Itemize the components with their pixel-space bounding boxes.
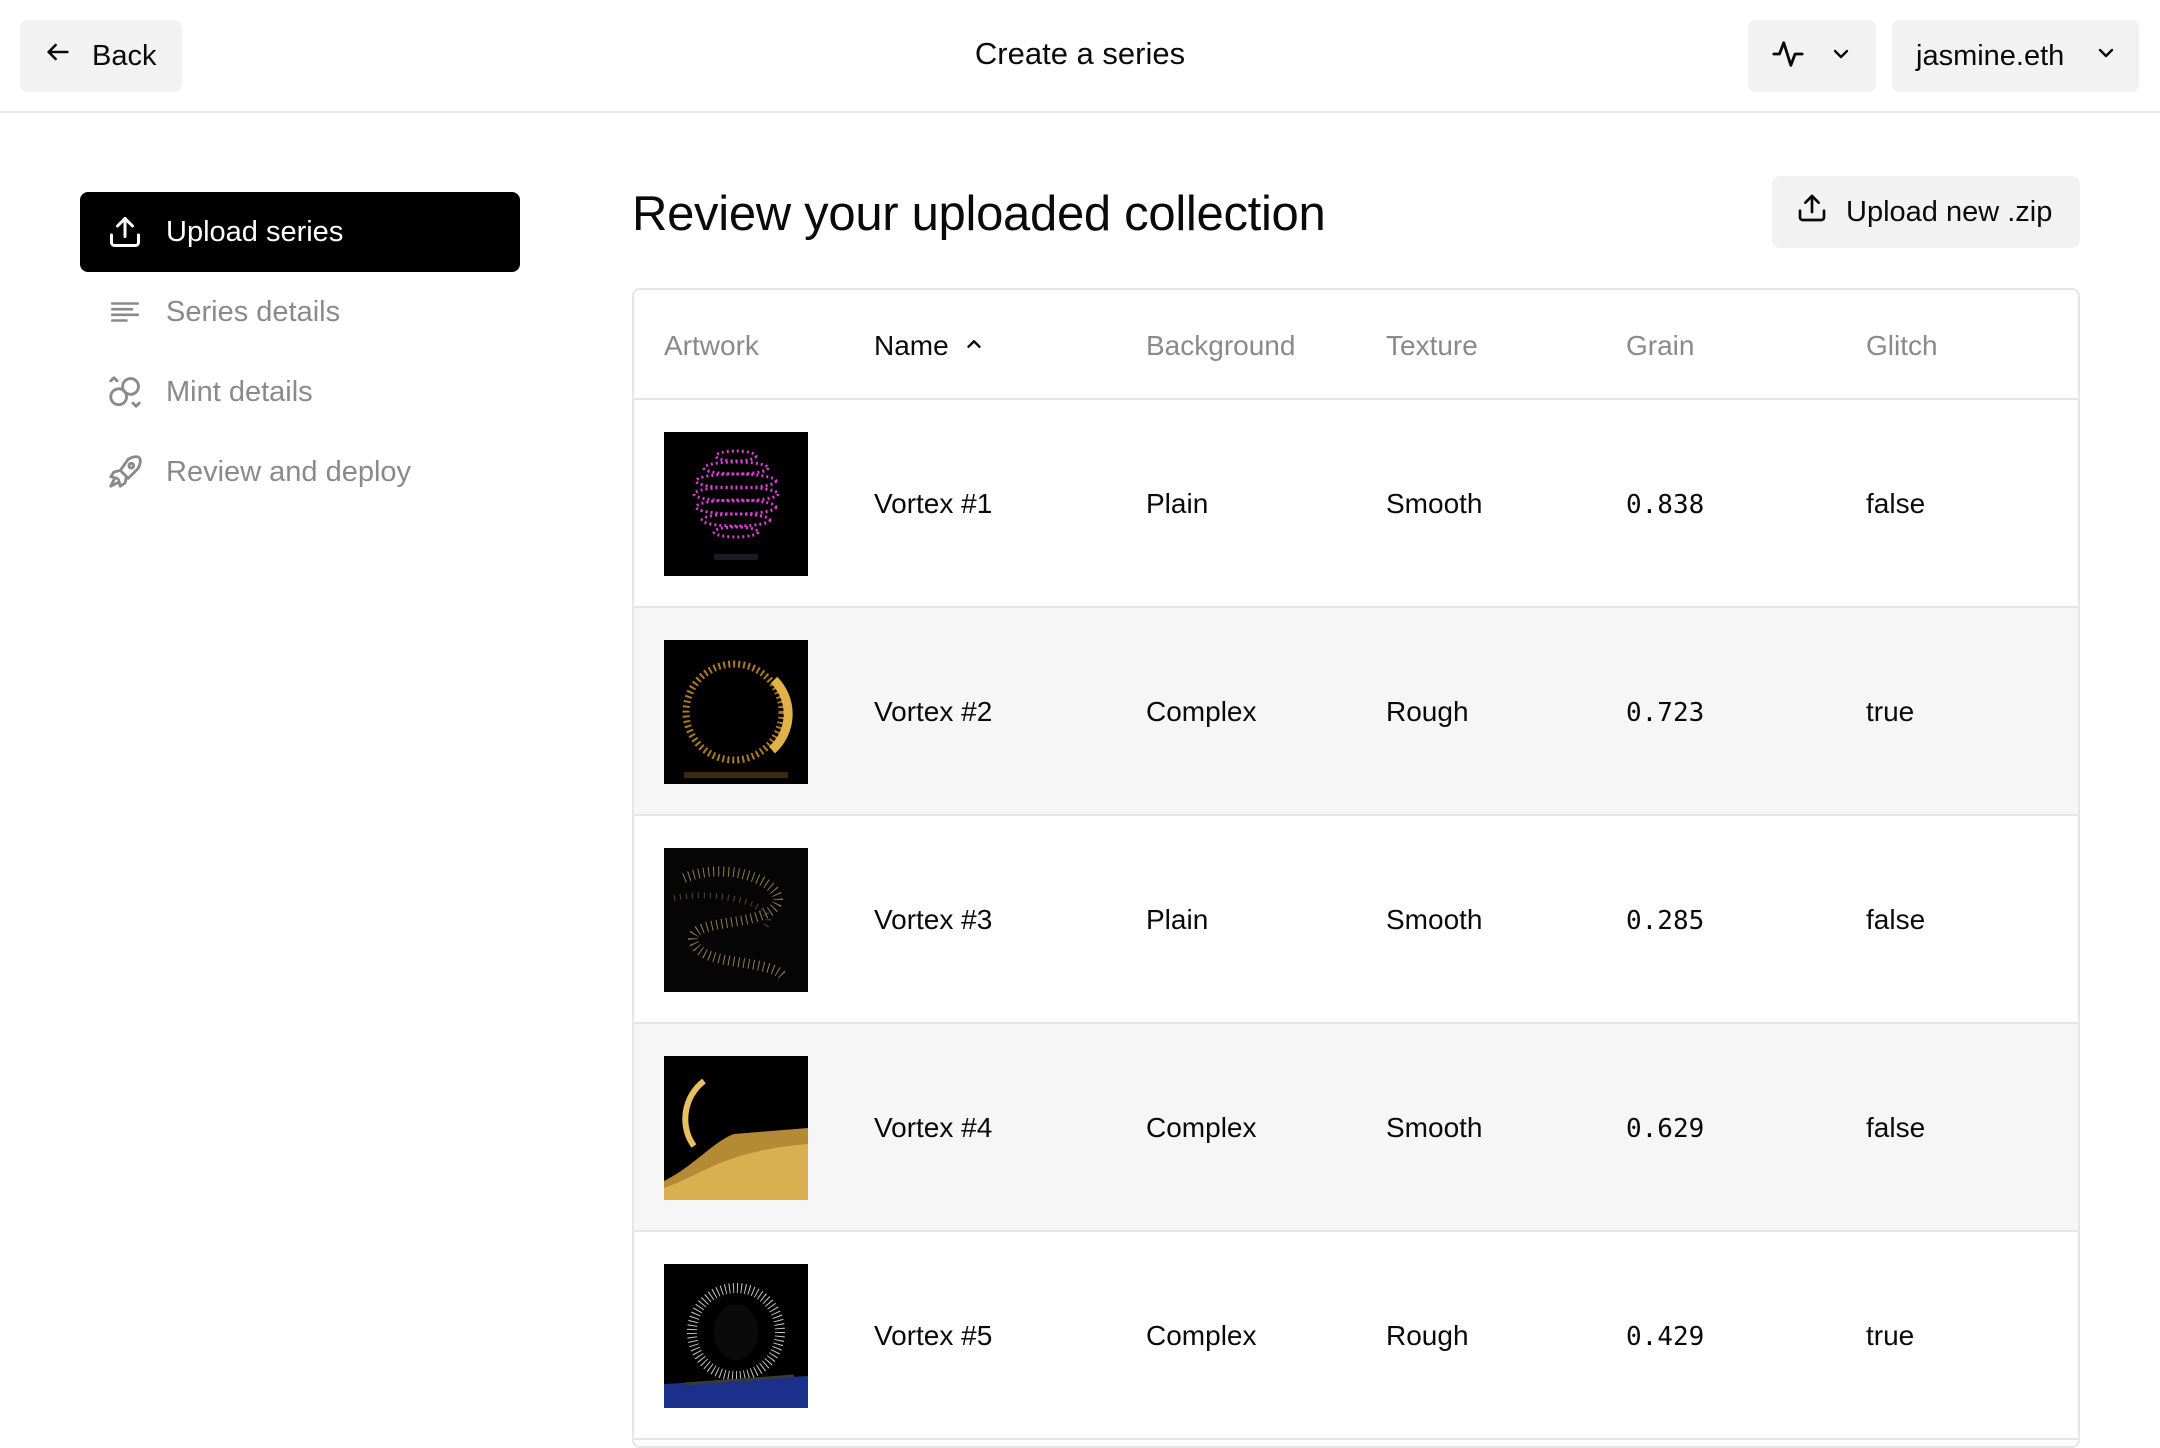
sidebar-item-upload-series[interactable]: Upload series: [80, 192, 520, 272]
cell-glitch: true: [1866, 1320, 1915, 1351]
cell-name: Vortex #5: [874, 1320, 993, 1351]
rocket-icon: [106, 453, 144, 491]
sidebar-item-mint-details[interactable]: Mint details: [80, 352, 520, 432]
cell-background: Plain: [1146, 488, 1209, 519]
sidebar-item-label: Review and deploy: [166, 455, 412, 488]
artwork-thumbnail: [664, 848, 808, 992]
table-header: Artwork Name Background Texture Grain Gl…: [634, 290, 2078, 400]
sidebar-item-label: Series details: [166, 295, 341, 328]
table-row[interactable]: Vortex #1 Plain Smooth 0.838 false: [634, 400, 2078, 608]
account-name: jasmine.eth: [1916, 39, 2065, 72]
column-header-artwork[interactable]: Artwork: [664, 330, 759, 362]
cell-grain: 0.429: [1626, 1322, 1705, 1352]
sidebar-item-label: Mint details: [166, 375, 313, 408]
cell-texture: Smooth: [1386, 488, 1483, 519]
sidebar-item-series-details[interactable]: Series details: [80, 272, 520, 352]
upload-button-label: Upload new .zip: [1846, 195, 2053, 228]
lines-icon: [106, 293, 144, 331]
cell-name: Vortex #3: [874, 904, 993, 935]
cell-grain: 0.838: [1626, 490, 1705, 520]
sidebar-item-label: Upload series: [166, 215, 344, 248]
upload-icon: [1796, 192, 1828, 232]
activity-icon: [1771, 37, 1805, 76]
cell-background: Complex: [1146, 1112, 1257, 1143]
cell-grain: 0.723: [1626, 698, 1705, 728]
cell-texture: Rough: [1386, 1320, 1469, 1351]
cell-glitch: false: [1866, 488, 1926, 519]
chevron-down-icon: [2094, 40, 2118, 73]
column-header-name[interactable]: Name: [874, 330, 985, 362]
artwork-thumbnail: [664, 1264, 808, 1408]
cell-background: Complex: [1146, 1320, 1257, 1351]
column-header-label: Name: [874, 330, 949, 361]
cell-texture: Smooth: [1386, 904, 1483, 935]
top-bar: Back Create a series jasmine.eth: [0, 0, 2160, 113]
table-row[interactable]: Vortex #3 Plain Smooth 0.285 false: [634, 816, 2078, 1024]
cell-background: Complex: [1146, 696, 1257, 727]
cell-background: Plain: [1146, 904, 1209, 935]
coins-icon: [106, 373, 144, 411]
cell-glitch: false: [1866, 1112, 1926, 1143]
cell-name: Vortex #2: [874, 696, 993, 727]
column-header-grain[interactable]: Grain: [1626, 330, 1694, 362]
column-header-background[interactable]: Background: [1146, 330, 1295, 362]
column-header-glitch[interactable]: Glitch: [1866, 330, 1938, 362]
cell-glitch: false: [1866, 904, 1926, 935]
sidebar-item-review-and-deploy[interactable]: Review and deploy: [80, 432, 520, 512]
cell-texture: Smooth: [1386, 1112, 1483, 1143]
activity-menu-button[interactable]: [1748, 20, 1876, 92]
chevron-down-icon: [1829, 42, 1853, 71]
artwork-thumbnail: [664, 432, 808, 576]
cell-name: Vortex #1: [874, 488, 993, 519]
table-row[interactable]: Vortex #2 Complex Rough 0.723 true: [634, 608, 2078, 816]
cell-name: Vortex #4: [874, 1112, 993, 1143]
cell-grain: 0.629: [1626, 1114, 1705, 1144]
table-row[interactable]: Vortex #4 Complex Smooth 0.629 false: [634, 1024, 2078, 1232]
chevron-up-icon: [963, 330, 985, 362]
cell-glitch: true: [1866, 696, 1915, 727]
upload-icon: [106, 213, 144, 251]
column-header-texture[interactable]: Texture: [1386, 330, 1478, 362]
cell-texture: Rough: [1386, 696, 1469, 727]
cell-grain: 0.285: [1626, 906, 1705, 936]
steps-sidebar: Upload series Series details Mint detail…: [80, 192, 520, 512]
upload-new-zip-button[interactable]: Upload new .zip: [1772, 176, 2080, 248]
artwork-thumbnail: [664, 640, 808, 784]
section-title: Review your uploaded collection: [632, 187, 1326, 241]
table-row[interactable]: Vortex #5 Complex Rough 0.429 true: [634, 1232, 2078, 1440]
account-menu-button[interactable]: jasmine.eth: [1892, 20, 2139, 92]
collection-table: Artwork Name Background Texture Grain Gl…: [632, 288, 2080, 1448]
artwork-thumbnail: [664, 1056, 808, 1200]
